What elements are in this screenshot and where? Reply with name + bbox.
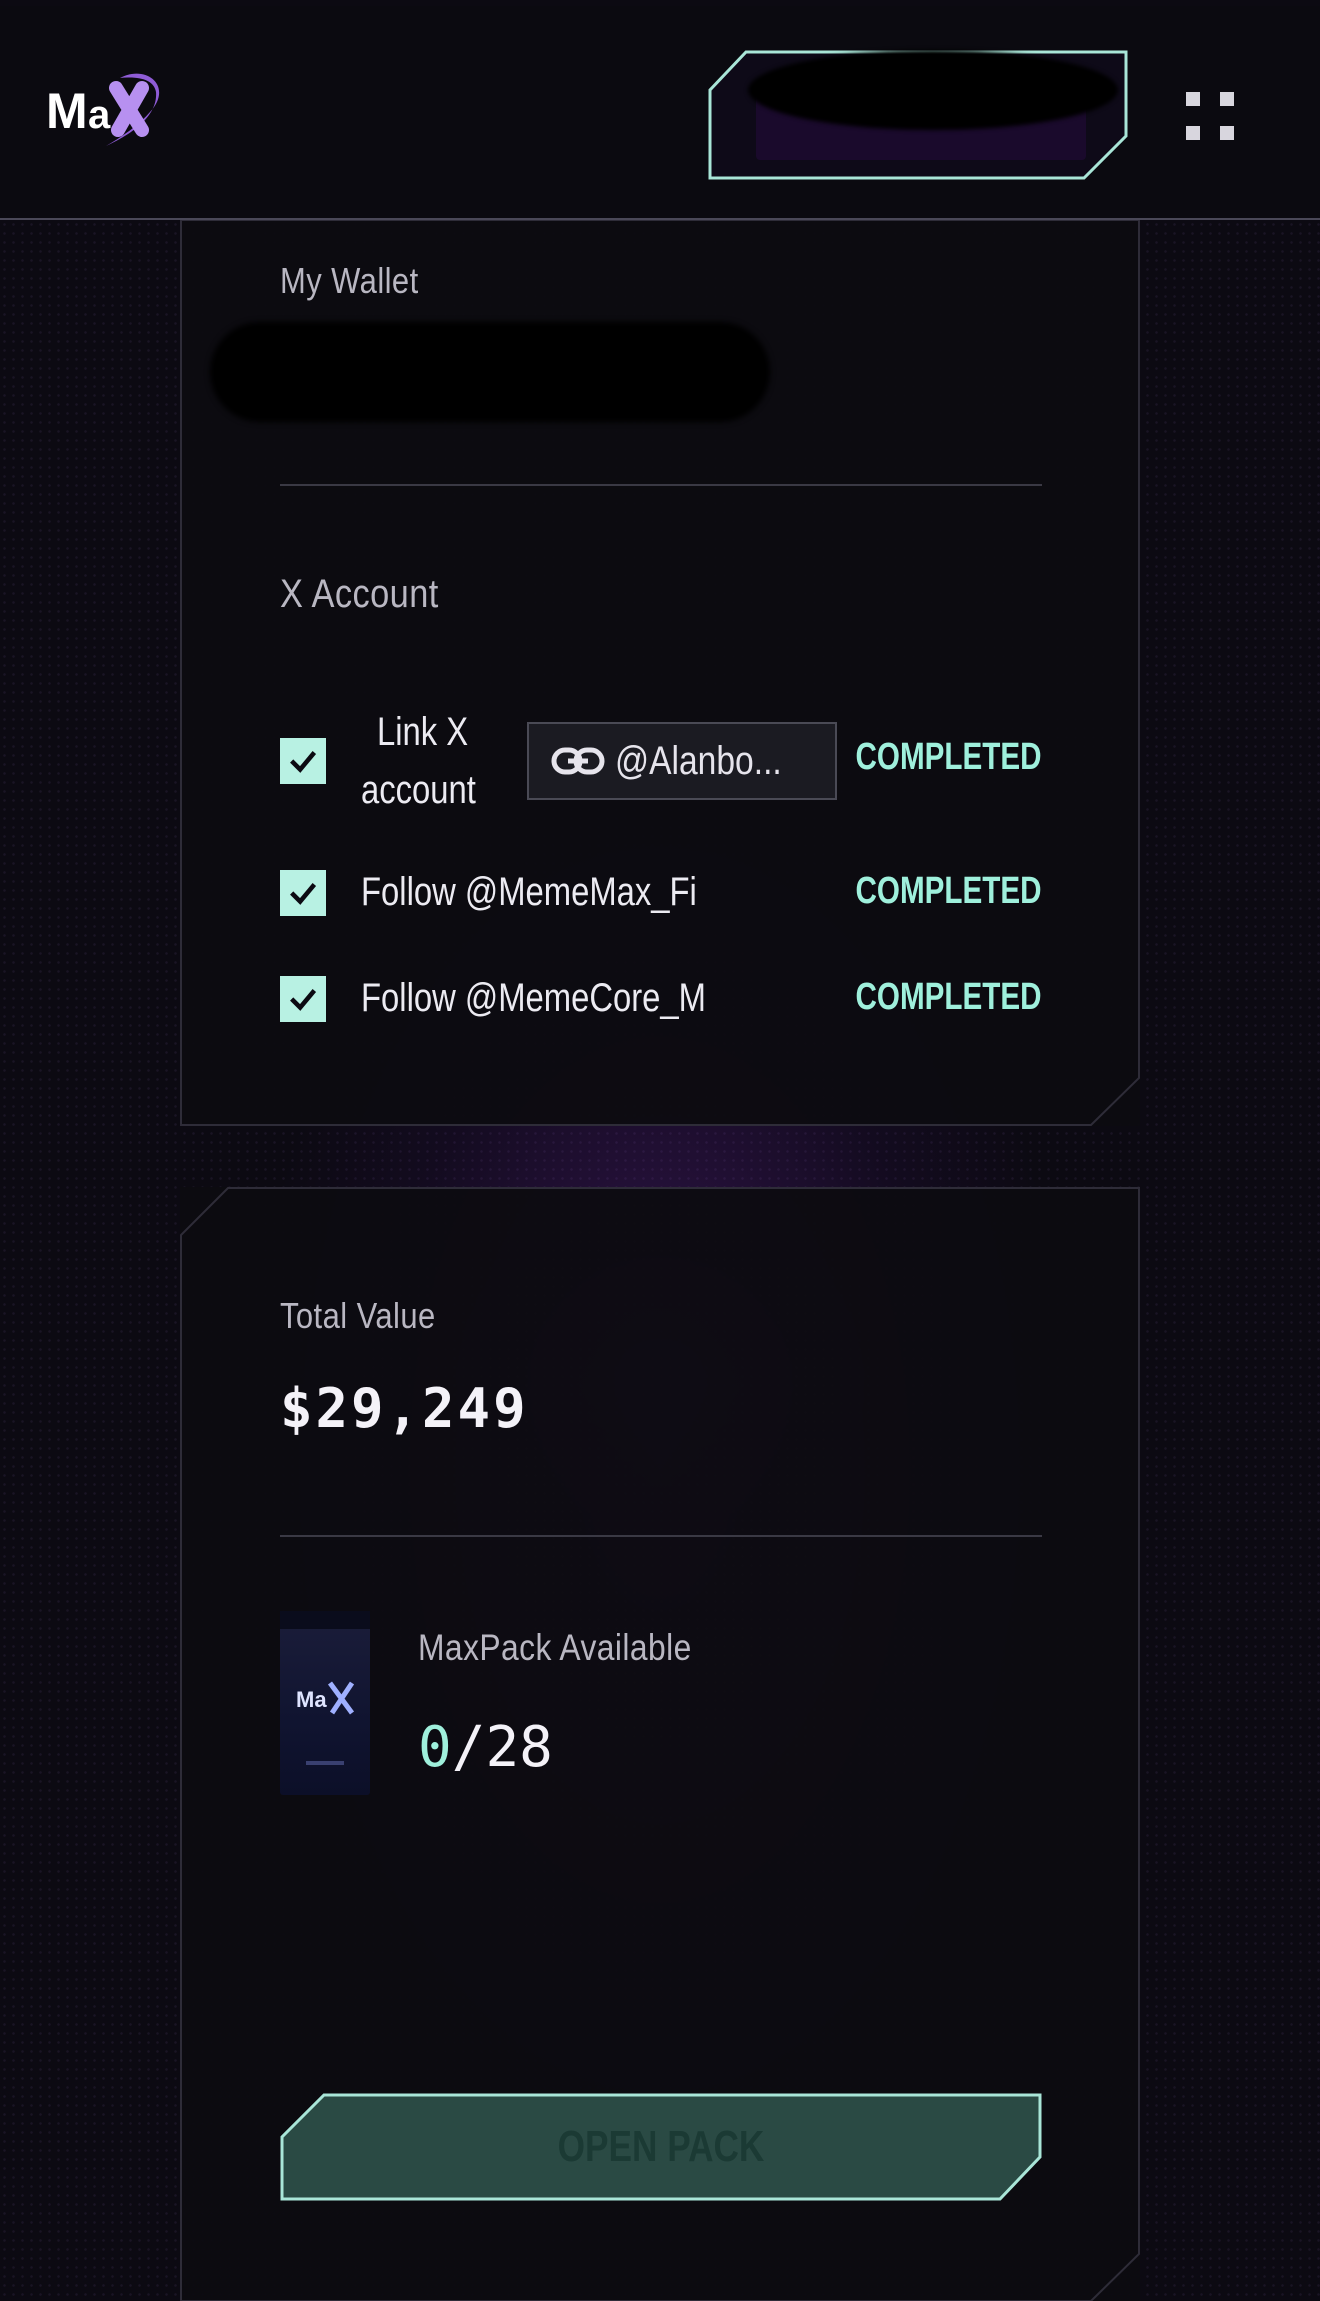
maxpack-current: 0 xyxy=(418,1715,452,1780)
linked-handle-field[interactable]: @Alanbo... xyxy=(527,722,837,800)
task-status-follow-memecore: COMPLETED xyxy=(855,976,1042,1018)
task-checkbox-follow-memecore[interactable] xyxy=(280,976,326,1022)
divider xyxy=(280,1535,1042,1537)
task-label-follow-memecore[interactable]: Follow @MemeCore_M xyxy=(361,976,706,1021)
redacted-wallet-address xyxy=(210,322,770,422)
task-label-follow-mememax[interactable]: Follow @MemeMax_Fi xyxy=(361,870,697,915)
wallet-connect-button[interactable] xyxy=(708,50,1128,180)
maxpack-available-label: MaxPack Available xyxy=(418,1627,692,1668)
value-card: Total Value $29,249 Ma MaxPack Available… xyxy=(180,1187,1140,2301)
link-icon xyxy=(551,747,605,775)
top-bar: M a xyxy=(0,6,1320,220)
x-account-label: X Account xyxy=(280,572,439,616)
maxpack-total: 28 xyxy=(485,1715,553,1780)
maxpack-counter: 0/28 xyxy=(418,1715,553,1780)
total-value-label: Total Value xyxy=(280,1295,436,1336)
task-status-follow-mememax: COMPLETED xyxy=(855,870,1042,912)
grid-icon[interactable] xyxy=(1186,92,1236,142)
maxpack-image: Ma xyxy=(280,1611,370,1795)
task-status-link-x: COMPLETED xyxy=(855,736,1042,778)
svg-text:M: M xyxy=(46,83,88,139)
task-checkbox-link-x[interactable] xyxy=(280,738,326,784)
my-wallet-label: My Wallet xyxy=(280,260,419,301)
check-icon xyxy=(290,989,317,1011)
task-label-link-x-line1: Link X xyxy=(377,710,469,754)
task-label-link-x-line2: account xyxy=(361,768,476,812)
check-icon xyxy=(290,751,317,773)
open-pack-label: OPEN PACK xyxy=(557,2122,765,2171)
svg-text:Ma: Ma xyxy=(296,1687,327,1712)
divider xyxy=(280,484,1042,486)
memax-logo[interactable]: M a xyxy=(46,68,170,160)
svg-text:a: a xyxy=(88,93,111,137)
linked-handle-text: @Alanbo... xyxy=(615,738,782,783)
total-value-amount: $29,249 xyxy=(280,1377,529,1440)
task-checkbox-follow-mememax[interactable] xyxy=(280,870,326,916)
open-pack-button[interactable]: OPEN PACK xyxy=(280,2093,1042,2201)
account-card: My Wallet X Account Link X account @Alan… xyxy=(180,220,1140,1126)
check-icon xyxy=(290,883,317,905)
maxpack-separator: / xyxy=(451,1715,486,1780)
redacted-address xyxy=(748,50,1118,130)
